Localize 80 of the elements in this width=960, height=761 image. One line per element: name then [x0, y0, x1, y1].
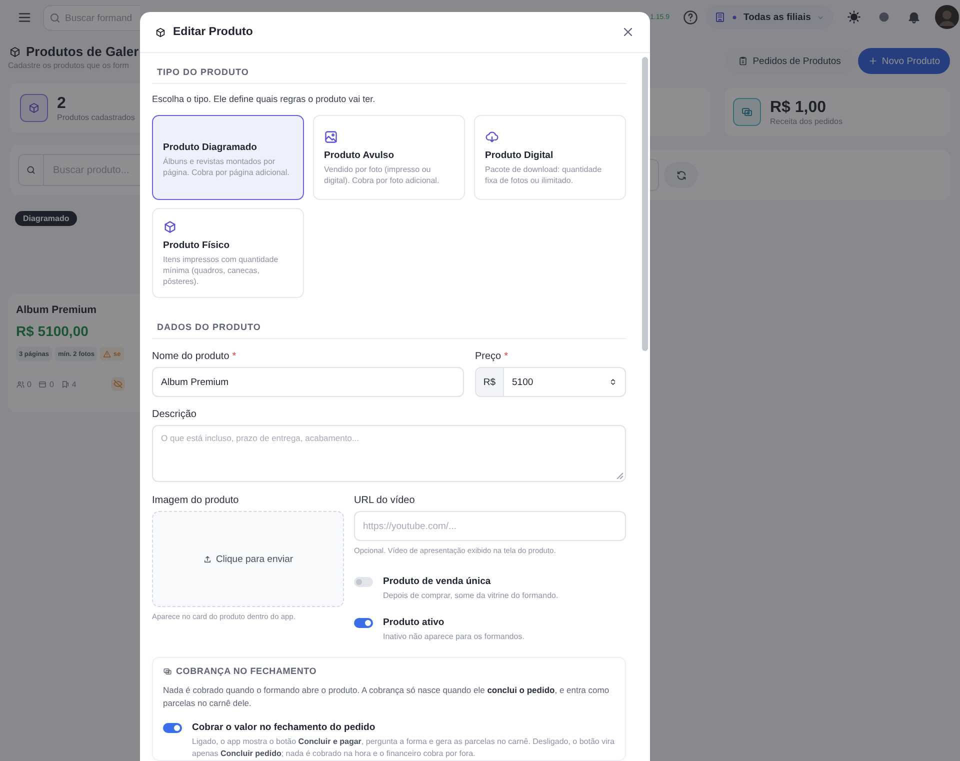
stat-label: Receita dos pedidos — [770, 116, 842, 126]
refresh-icon — [676, 170, 686, 180]
section-heading: DADOS DO PRODUTO — [152, 308, 626, 339]
cube-icon — [163, 220, 177, 234]
product-price: R$ 5100,00 — [16, 323, 90, 339]
dialog-title: Editar Produto — [173, 26, 254, 38]
refresh-button[interactable] — [664, 162, 698, 188]
stat-value: 2 — [57, 94, 67, 112]
option-description: Vendido por foto (impresso ou digital). Cobra por foto adicional. — [324, 164, 440, 186]
clipboard-icon — [738, 56, 748, 66]
toggle-description: Inativo não aparece para os formandos. — [383, 631, 524, 643]
search-icon — [26, 165, 36, 175]
field-label: Nome do produto * — [152, 351, 238, 362]
close-button[interactable] — [621, 25, 635, 39]
billing-text: Nada é cobrado quando o formando abre o produto. A cobrança só nasce quando ele conclui o pedido, e entra como parcelas no carnê dele. — [163, 684, 610, 710]
stepper-icon — [608, 377, 618, 387]
field-label: URL do vídeo — [354, 495, 416, 506]
cube-icon — [9, 46, 21, 58]
toggle-switch[interactable] — [354, 577, 373, 587]
cloud-download-icon — [485, 130, 499, 144]
upload-icon — [202, 554, 212, 564]
product-type-option[interactable]: Produto Avulso Vendido por foto (impresso ou digital). Cobra por foto adicional. — [313, 115, 465, 200]
toggle-switch[interactable] — [354, 618, 373, 628]
plus-icon — [868, 56, 878, 66]
people-icon — [16, 380, 25, 388]
cube-icon — [155, 26, 166, 38]
status-dot-icon — [731, 14, 738, 20]
count-value: 0 — [27, 380, 32, 388]
option-description: Itens impressos com quantidade mínima (quadros, canecas, pôsteres). — [163, 254, 280, 287]
eye-off-icon — [113, 379, 124, 389]
field-label: Imagem do produto — [152, 495, 240, 506]
help-icon[interactable] — [683, 10, 698, 24]
price-field[interactable]: R$ 5100 — [475, 367, 626, 397]
product-name: Album Premium — [16, 304, 98, 316]
new-product-button[interactable]: Novo Produto — [858, 48, 950, 74]
toggle-label: Produto ativo — [383, 617, 446, 628]
product-type-option[interactable]: Produto Diagramado Álbuns e revistas montados por página. Cobra por página adicional. — [152, 115, 304, 200]
upload-area[interactable]: Clique para enviar — [152, 511, 344, 607]
count-value: 0 — [49, 380, 54, 388]
toggle-switch[interactable] — [163, 723, 182, 733]
product-type-option[interactable]: Produto Físico Itens impressos com quantidade mínima (quadros, canecas, pôsteres). — [152, 208, 304, 298]
coins-icon — [163, 666, 172, 676]
bookmark-icon — [60, 380, 70, 388]
section-heading: COBRANÇA NO FECHAMENTO — [176, 666, 317, 676]
count-value: 4 — [72, 380, 76, 388]
page-title: Produtos de Galer — [26, 44, 139, 59]
branch-selector[interactable]: Todas as filiais — [706, 5, 833, 29]
orders-button[interactable]: Pedidos de Produtos — [726, 48, 853, 74]
option-description: Pacote de download: quantidade fixa de fotos ou ilimitado. — [485, 164, 603, 186]
field-label: Preço * — [475, 351, 510, 362]
option-description: Álbuns e revistas montados por página. Cobra por página adicional. — [163, 156, 290, 178]
section-heading: TIPO DO PRODUTO — [152, 53, 626, 84]
name-field[interactable]: Album Premium — [152, 367, 464, 397]
section-hint: Escolha o tipo. Ele define quais regras o produto vai ter. — [152, 94, 376, 104]
cube-icon — [28, 102, 40, 114]
warning-icon — [103, 350, 112, 358]
money-icon — [741, 106, 753, 118]
scroll-thumb[interactable] — [642, 57, 648, 351]
product-type-option[interactable]: Produto Digital Pacote de download: quantidade fixa de fotos ou ilimitado. — [474, 115, 626, 200]
option-title: Produto Físico — [163, 240, 230, 251]
theme-icon[interactable] — [846, 10, 861, 24]
close-icon — [621, 25, 635, 39]
stat-label: Produtos cadastrados — [57, 112, 135, 122]
resize-handle-icon[interactable] — [617, 473, 623, 479]
visibility-button[interactable] — [111, 377, 126, 391]
toggle-label: Cobrar o valor no fechamento do pedido — [192, 722, 376, 733]
option-title: Produto Digital — [485, 150, 554, 161]
toggle-description: Depois de comprar, some da vitrine do formando. — [383, 590, 558, 602]
search-icon — [49, 12, 61, 24]
option-title: Produto Diagramado — [163, 142, 258, 152]
toggle-description: Ligado, o app mostra o botão Concluir e pagar, pergunta a forma e gera as parcelas no carnê. Desligado, o botão vira apenas Concluir pedido; nada é cobrado na hora e o financeiro cobra por fora. — [192, 736, 615, 760]
building-icon — [714, 11, 726, 23]
option-title: Produto Avulso — [324, 150, 396, 161]
avatar-icon[interactable] — [934, 5, 959, 29]
notification-icon[interactable] — [906, 10, 921, 24]
type-badge: Diagramado — [15, 211, 78, 226]
toggle-label: Produto de venda única — [383, 576, 492, 587]
image-icon — [324, 130, 338, 144]
stat-value: R$ 1,00 — [770, 98, 828, 116]
field-label: Descrição — [152, 409, 198, 420]
